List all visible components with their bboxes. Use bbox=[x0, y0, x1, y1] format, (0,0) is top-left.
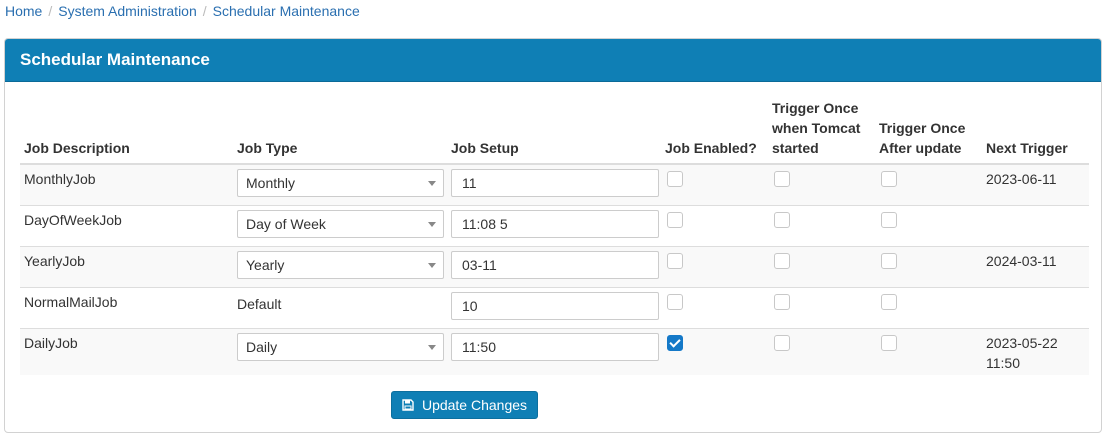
trigger-update-cell bbox=[875, 246, 982, 288]
trigger-update-cell bbox=[875, 205, 982, 247]
breadcrumb-home[interactable]: Home bbox=[5, 3, 42, 19]
breadcrumb-separator: / bbox=[202, 3, 207, 19]
table-row: MonthlyJob Monthly 2023-06-11 bbox=[20, 163, 1089, 206]
trigger-tomcat-cell bbox=[768, 205, 875, 247]
breadcrumb-system-administration[interactable]: System Administration bbox=[58, 3, 197, 19]
job-type-select[interactable]: Day of Week bbox=[237, 210, 444, 238]
trigger-tomcat-cell bbox=[768, 163, 875, 206]
next-trigger bbox=[982, 205, 1089, 247]
job-type-select[interactable]: Yearly bbox=[237, 251, 444, 279]
trigger-tomcat-checkbox[interactable] bbox=[774, 294, 790, 310]
trigger-tomcat-checkbox[interactable] bbox=[774, 335, 790, 351]
trigger-tomcat-checkbox[interactable] bbox=[774, 212, 790, 228]
table-header-row: Job Description Job Type Job Setup Job E… bbox=[20, 98, 1089, 165]
trigger-update-cell bbox=[875, 163, 982, 206]
update-changes-label: Update Changes bbox=[421, 397, 528, 413]
trigger-update-checkbox[interactable] bbox=[881, 294, 897, 310]
job-type-cell: Default bbox=[233, 287, 447, 329]
job-enabled-checkbox[interactable] bbox=[667, 253, 683, 269]
trigger-tomcat-cell bbox=[768, 328, 875, 375]
job-type-cell: Yearly bbox=[233, 246, 447, 288]
chevron-down-icon bbox=[428, 345, 436, 350]
job-enabled-cell bbox=[661, 163, 768, 206]
job-enabled-cell bbox=[661, 287, 768, 329]
trigger-update-cell bbox=[875, 287, 982, 329]
table-row: DailyJob Daily 2023-05-22 11:50 bbox=[20, 328, 1089, 375]
job-setup-cell bbox=[447, 246, 661, 288]
job-setup-input[interactable] bbox=[451, 169, 659, 197]
jobs-table: Job Description Job Type Job Setup Job E… bbox=[20, 98, 1089, 375]
job-setup-input[interactable] bbox=[451, 333, 659, 361]
job-enabled-cell bbox=[661, 246, 768, 288]
job-description: DailyJob bbox=[20, 328, 233, 375]
trigger-update-checkbox[interactable] bbox=[881, 335, 897, 351]
job-type-value: Yearly bbox=[246, 257, 285, 273]
job-description: NormalMailJob bbox=[20, 287, 233, 329]
job-enabled-checkbox[interactable] bbox=[667, 171, 683, 187]
save-icon bbox=[402, 399, 414, 411]
job-type-select[interactable]: Daily bbox=[237, 333, 444, 361]
breadcrumb-separator: / bbox=[48, 3, 53, 19]
next-trigger bbox=[982, 287, 1089, 329]
next-trigger: 2023-05-22 11:50 bbox=[982, 328, 1089, 375]
job-description: DayOfWeekJob bbox=[20, 205, 233, 247]
header-trigger-update: Trigger Once After update bbox=[875, 98, 982, 165]
trigger-tomcat-cell bbox=[768, 246, 875, 288]
header-job-setup: Job Setup bbox=[447, 98, 661, 165]
header-job-description: Job Description bbox=[20, 98, 233, 165]
job-setup-input[interactable] bbox=[451, 292, 659, 320]
chevron-down-icon bbox=[428, 263, 436, 268]
job-type-cell: Day of Week bbox=[233, 205, 447, 247]
job-description: YearlyJob bbox=[20, 246, 233, 288]
header-next-trigger: Next Trigger bbox=[982, 98, 1089, 165]
table-row: DayOfWeekJob Day of Week bbox=[20, 205, 1089, 247]
job-enabled-checkbox[interactable] bbox=[667, 294, 683, 310]
chevron-down-icon bbox=[428, 181, 436, 186]
job-setup-cell bbox=[447, 163, 661, 206]
job-enabled-checkbox[interactable] bbox=[667, 335, 683, 351]
job-setup-cell bbox=[447, 287, 661, 329]
job-enabled-cell bbox=[661, 205, 768, 247]
job-type-value: Monthly bbox=[246, 175, 296, 191]
job-type-static: Default bbox=[237, 296, 282, 312]
trigger-update-checkbox[interactable] bbox=[881, 253, 897, 269]
trigger-tomcat-cell bbox=[768, 287, 875, 329]
panel-title: Schedular Maintenance bbox=[5, 39, 1101, 82]
job-type-select[interactable]: Monthly bbox=[237, 169, 444, 197]
table-row: YearlyJob Yearly 2024-03-11 bbox=[20, 246, 1089, 288]
job-type-value: Daily bbox=[246, 339, 278, 355]
scheduler-panel: Schedular Maintenance Job Description Jo… bbox=[4, 38, 1102, 433]
chevron-down-icon bbox=[428, 222, 436, 227]
table-row: NormalMailJob Default bbox=[20, 287, 1089, 329]
job-enabled-checkbox[interactable] bbox=[667, 212, 683, 228]
header-job-type: Job Type bbox=[233, 98, 447, 165]
job-setup-cell bbox=[447, 328, 661, 375]
breadcrumb-schedular-maintenance[interactable]: Schedular Maintenance bbox=[213, 3, 360, 19]
trigger-tomcat-checkbox[interactable] bbox=[774, 253, 790, 269]
job-type-cell: Monthly bbox=[233, 163, 447, 206]
trigger-update-checkbox[interactable] bbox=[881, 212, 897, 228]
job-setup-input[interactable] bbox=[451, 251, 659, 279]
header-job-enabled: Job Enabled? bbox=[661, 98, 768, 165]
breadcrumb: Home / System Administration / Schedular Mai… bbox=[5, 2, 360, 20]
header-trigger-tomcat: Trigger Once when Tomcat started bbox=[768, 98, 875, 165]
trigger-update-checkbox[interactable] bbox=[881, 171, 897, 187]
job-description: MonthlyJob bbox=[20, 163, 233, 206]
job-type-cell: Daily bbox=[233, 328, 447, 375]
job-setup-cell bbox=[447, 205, 661, 247]
job-setup-input[interactable] bbox=[451, 210, 659, 238]
next-trigger: 2023-06-11 bbox=[982, 163, 1089, 206]
job-enabled-cell bbox=[661, 328, 768, 375]
trigger-update-cell bbox=[875, 328, 982, 375]
next-trigger: 2024-03-11 bbox=[982, 246, 1089, 288]
trigger-tomcat-checkbox[interactable] bbox=[774, 171, 790, 187]
update-changes-button[interactable]: Update Changes bbox=[391, 391, 538, 419]
job-type-value: Day of Week bbox=[246, 216, 326, 232]
